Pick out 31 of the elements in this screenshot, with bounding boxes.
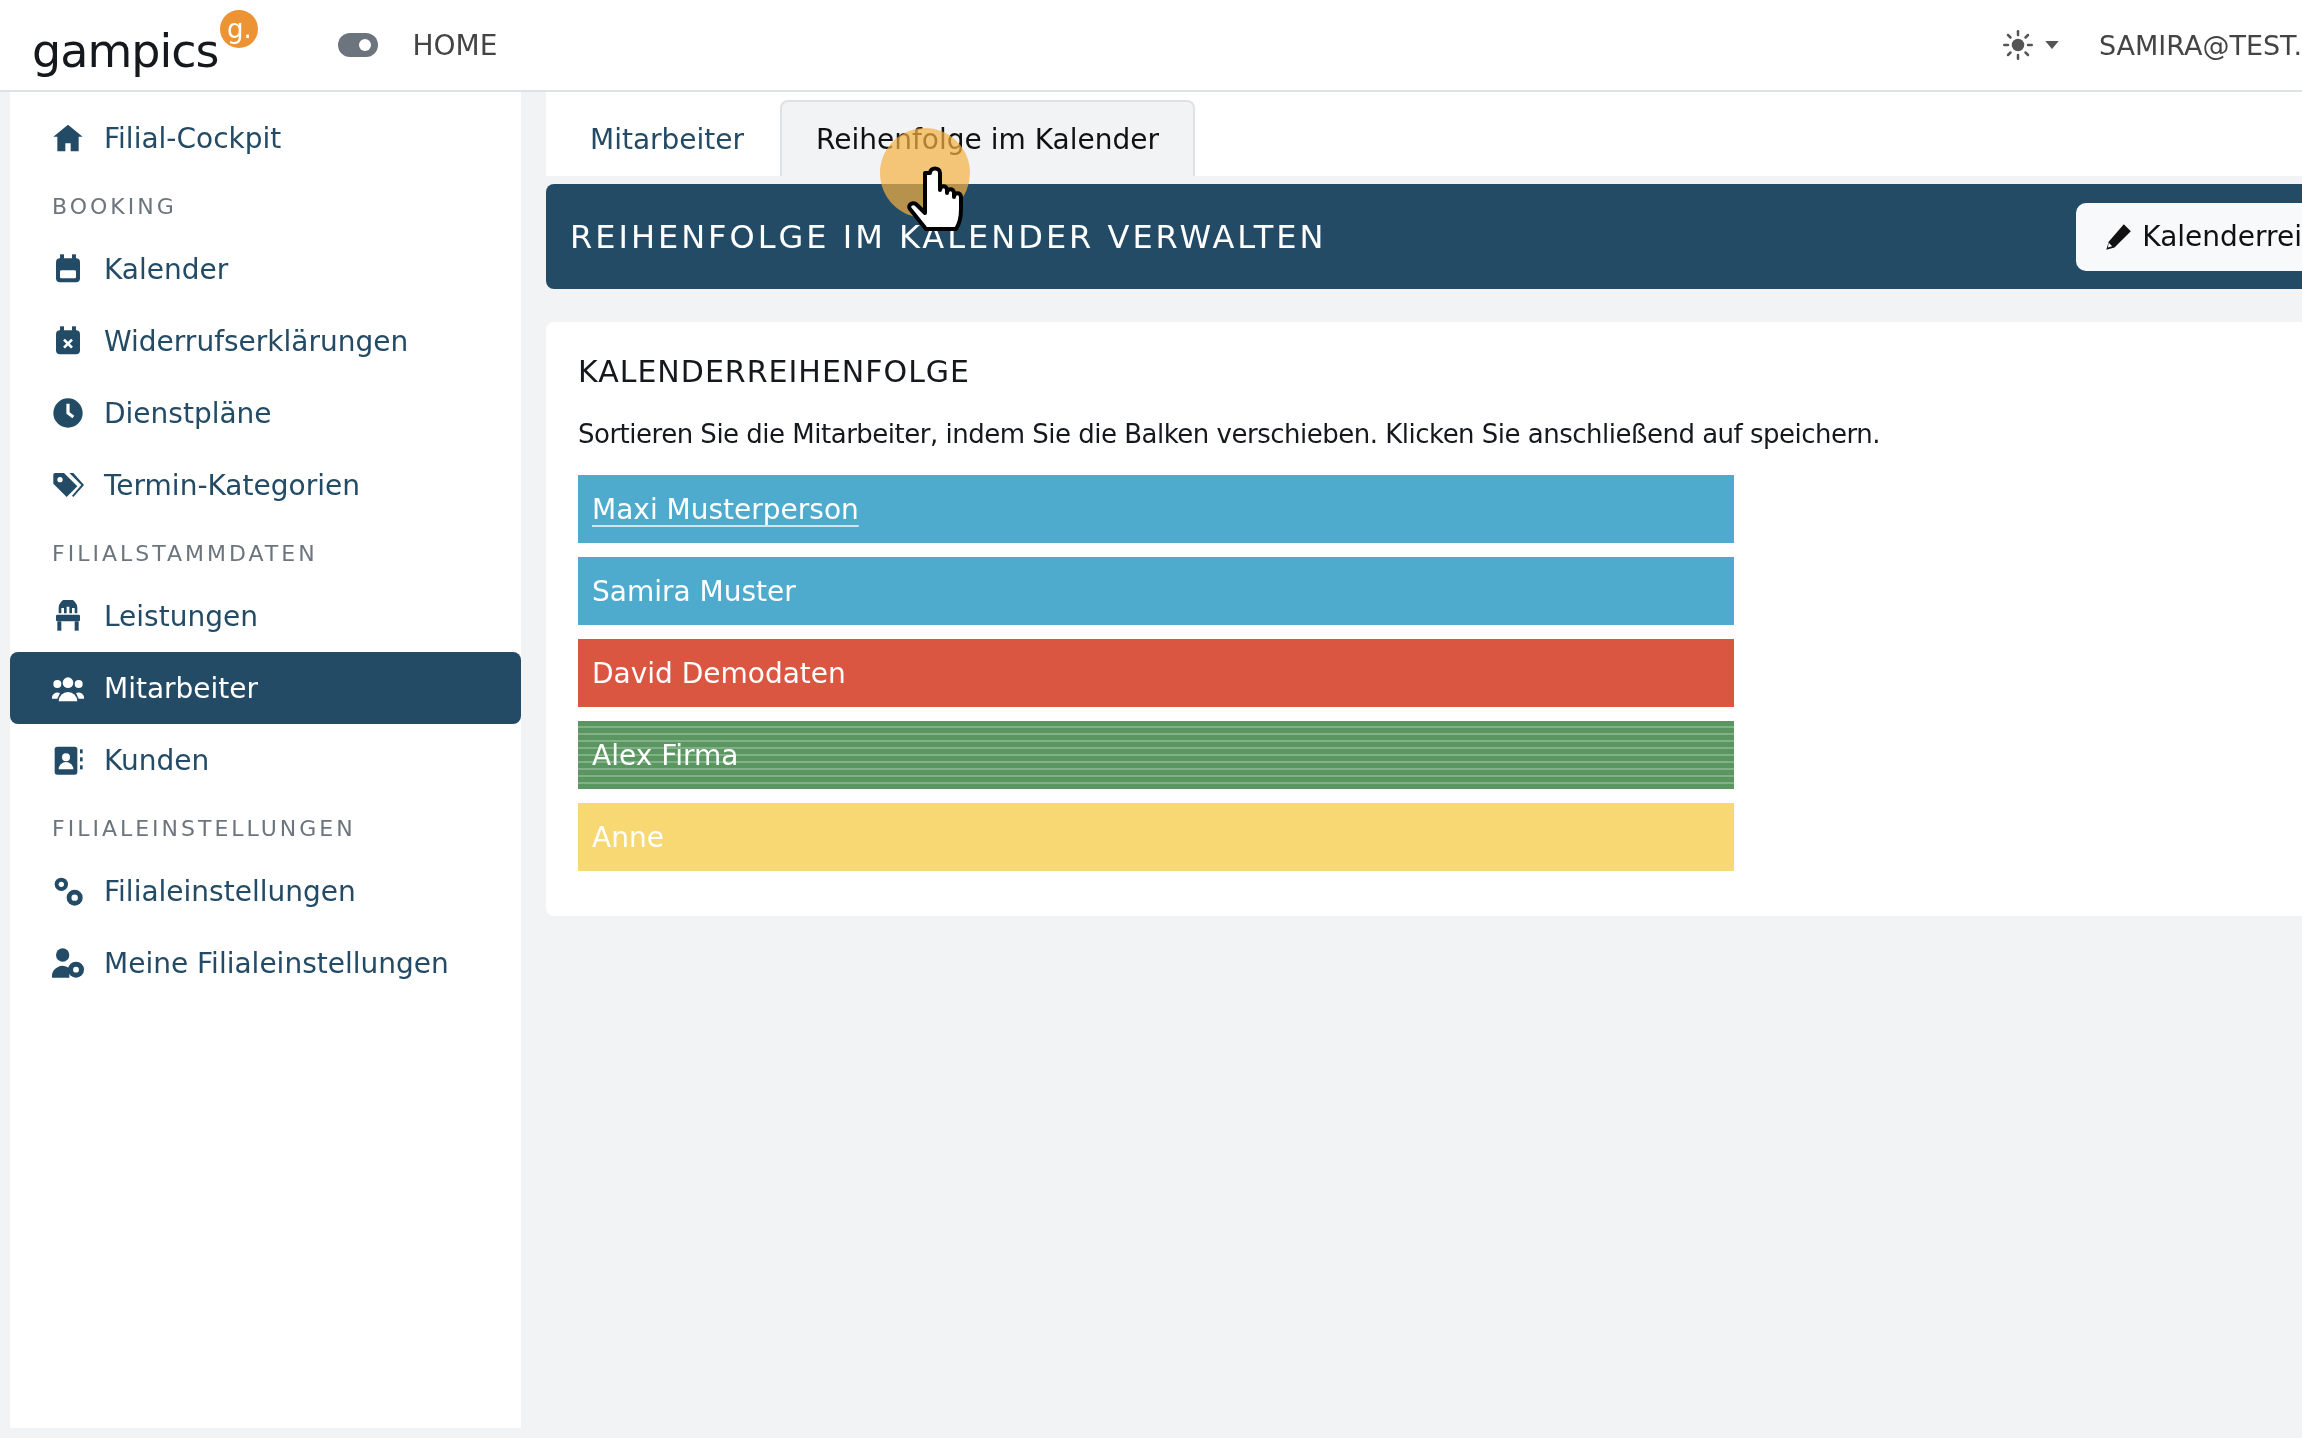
sidebar-item[interactable]: Termin-Kategorien	[10, 449, 521, 521]
employee-bar[interactable]: David Demodaten	[578, 639, 1734, 707]
sidebar-item[interactable]: Mitarbeiter	[10, 652, 521, 724]
contact-icon	[52, 744, 84, 776]
home-link[interactable]: HOME	[412, 28, 498, 62]
card-title: KALENDERREIHENFOLGE	[578, 354, 972, 389]
employee-bar[interactable]: Alex Firma	[578, 721, 1734, 789]
user-menu[interactable]: SAMIRA@TEST.	[2098, 29, 2302, 61]
sidebar-item[interactable]: Widerrufserklärungen	[10, 305, 521, 377]
section-heading: FILIALEINSTELLUNGEN	[51, 815, 357, 843]
toggle-icon[interactable]	[338, 33, 379, 57]
sidebar-item[interactable]: Dienstpläne	[10, 377, 521, 449]
sun-icon[interactable]	[2002, 30, 2033, 60]
section-heading: FILIALSTAMMDATEN	[51, 540, 319, 568]
sidebar-item[interactable]: Filial-Cockpit	[10, 102, 521, 174]
tab[interactable]: Mitarbeiter	[554, 100, 781, 176]
section-heading: BOOKING	[51, 193, 178, 221]
home-icon	[52, 122, 84, 154]
edit-button[interactable]: Kalenderrei	[2076, 202, 2302, 271]
sidebar-item[interactable]: Meine Filialeinstellungen	[10, 927, 521, 999]
pencil-icon	[2104, 222, 2133, 251]
user-gear-icon	[52, 947, 84, 979]
sidebar-item[interactable]: Filialeinstellungen	[10, 855, 521, 927]
sidebar-item[interactable]: Kalender	[10, 233, 521, 305]
sidebar-item[interactable]: Leistungen	[10, 580, 521, 652]
page-title: REIHENFOLGE IM KALENDER VERWALTEN	[570, 217, 1327, 256]
logo-badge: g.	[220, 10, 259, 48]
caret-icon[interactable]	[2044, 40, 2059, 50]
sidebar-item[interactable]: Kunden	[10, 724, 521, 796]
clock-icon	[52, 397, 84, 429]
instruction-text: Sortieren Sie die Mitarbeiter, indem Sie die Balken verschieben. Klicken Sie anschließend auf speichern.	[578, 419, 1881, 449]
